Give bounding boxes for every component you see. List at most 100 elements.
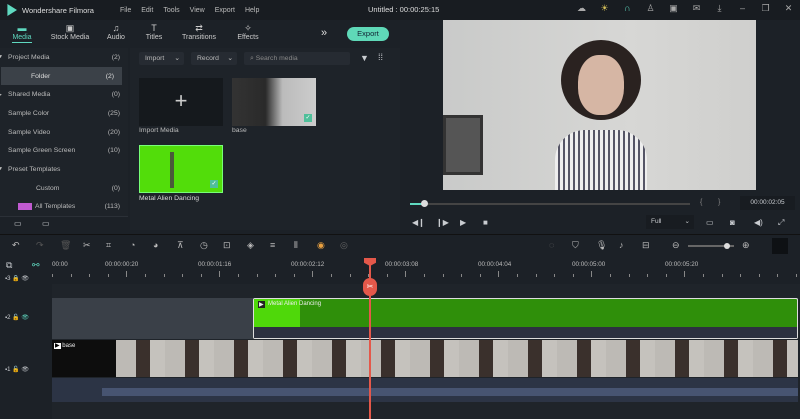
tab-transitions[interactable]: ⇄ Transitions xyxy=(172,20,226,48)
media-thumb-base[interactable]: ✓ xyxy=(232,78,316,126)
sidebar-item[interactable]: Sample Green Screen (10) xyxy=(0,141,128,160)
sidebar-item[interactable]: Sample Color (25) xyxy=(0,104,128,123)
layout-toggle-icon[interactable] xyxy=(772,238,788,254)
eye-icon[interactable]: 👁 xyxy=(21,367,29,373)
restore-icon[interactable]: ❐ xyxy=(754,3,777,14)
menu-view[interactable]: View xyxy=(190,7,205,14)
zoom-in-icon[interactable]: ⊕ xyxy=(742,240,750,251)
media-thumb-metal-alien[interactable]: ✓ xyxy=(139,145,223,193)
unlock-icon[interactable]: 🔓 xyxy=(12,367,19,373)
ruler-tick xyxy=(703,274,704,277)
sidebar-item[interactable]: ▶ Shared Media (0) xyxy=(0,85,128,104)
lock-icon[interactable]: 🔒 xyxy=(12,276,19,282)
sidebar-item[interactable]: ▼ Project Media (2) xyxy=(0,48,128,67)
eye-hidden-icon[interactable]: 👁 xyxy=(21,315,29,321)
menu-tools[interactable]: Tools xyxy=(163,7,179,14)
clip-metal-alien-dancing[interactable]: ▶ Metal Alien Dancing xyxy=(253,298,798,339)
render-icon[interactable]: ◌ xyxy=(549,240,554,250)
volume-icon[interactable]: ◀) xyxy=(754,218,763,227)
snap-icon[interactable]: ⊟ xyxy=(642,240,650,251)
speed-icon[interactable]: ◔ xyxy=(130,240,135,250)
export-button[interactable]: Export xyxy=(347,27,389,41)
new-folder-icon[interactable]: ▭ xyxy=(14,219,22,228)
play-icon[interactable]: ▶ xyxy=(460,218,466,227)
unlock-icon[interactable]: 🔓 xyxy=(12,315,19,321)
split-scissors-icon[interactable]: ✂ xyxy=(363,278,377,296)
crop-icon[interactable]: ⌗ xyxy=(106,240,111,251)
tab-effects[interactable]: ✧ Effects xyxy=(226,20,270,48)
link-icon[interactable]: ⚯ xyxy=(32,260,40,271)
tab-stock-media[interactable]: ▣ Stock Media xyxy=(44,20,96,48)
fullscreen-icon[interactable]: ⤢ xyxy=(778,218,784,228)
folder-icon: ▬ xyxy=(17,23,27,33)
zoom-fit-icon[interactable]: ⊡ xyxy=(223,240,231,251)
audio-mix-icon[interactable]: ♪ xyxy=(619,240,624,250)
undo-icon[interactable]: ↶ xyxy=(12,240,20,251)
filter-icon[interactable]: ▼ xyxy=(360,53,369,63)
add-track-icon[interactable]: ⧉ xyxy=(6,260,12,271)
keyframe-icon[interactable]: ◈ xyxy=(247,240,254,251)
folder-icon[interactable]: ▭ xyxy=(42,219,50,228)
tab-media[interactable]: ▬ Media xyxy=(0,20,44,48)
snapshot-icon[interactable]: ◙ xyxy=(730,218,735,227)
cut-icon[interactable]: ✂ xyxy=(83,240,91,251)
stop-icon[interactable]: ■ xyxy=(483,218,488,227)
zoom-out-icon[interactable]: ⊖ xyxy=(672,240,680,251)
expand-arrow-icon[interactable]: ▼ xyxy=(0,166,8,172)
more-tabs-icon[interactable]: » xyxy=(321,27,327,39)
expand-arrow-icon[interactable]: ▶ xyxy=(0,92,8,98)
quality-dropdown[interactable]: Full ⌄ xyxy=(646,215,694,229)
timer-icon[interactable]: ◷ xyxy=(200,240,208,251)
search-input[interactable]: ⌕ Search media xyxy=(244,52,350,65)
sidebar-item[interactable]: Custom (0) xyxy=(0,179,128,198)
mark-in-icon[interactable]: { xyxy=(700,199,702,206)
bulb-icon[interactable]: ☀ xyxy=(593,3,616,14)
delete-icon[interactable]: 🗑 xyxy=(60,240,71,251)
sidebar-item[interactable]: All Templates (113) xyxy=(0,198,128,217)
menu-file[interactable]: File xyxy=(120,7,131,14)
ruler-tick xyxy=(107,274,109,277)
sidebar-item[interactable]: Folder (2) xyxy=(1,66,122,86)
audio-wave-icon[interactable]: ⫴ xyxy=(294,240,298,251)
headset-icon[interactable]: ∩ xyxy=(616,3,639,14)
timeline-ruler[interactable]: 00:00 00:00:00:20 00:00:01:16 00:00:02:12 00… xyxy=(52,258,800,284)
grid-view-icon[interactable]: ⁞⁞ xyxy=(378,52,383,62)
redo-icon[interactable]: ↷ xyxy=(36,240,44,251)
eye-icon[interactable]: 👁 xyxy=(21,276,29,282)
step-forward-icon[interactable]: ❙▶ xyxy=(436,218,449,227)
menu-help[interactable]: Help xyxy=(245,7,259,14)
preview-video xyxy=(443,20,756,194)
microphone-icon[interactable]: 🎙 xyxy=(596,240,607,251)
sidebar-item[interactable]: ▼ Preset Templates xyxy=(0,160,128,179)
cloud-icon[interactable]: ☁ xyxy=(570,3,593,14)
record-dropdown[interactable]: Record ⌄ xyxy=(191,52,237,65)
playhead[interactable]: ✂ xyxy=(363,258,377,419)
step-back-icon[interactable]: ◀❙ xyxy=(412,218,425,227)
media-panel: Import ⌄ Record ⌄ ⌕ Search media ▼ ⁞⁞ + Im… xyxy=(130,48,400,230)
import-dropdown[interactable]: Import ⌄ xyxy=(139,52,184,65)
save-icon[interactable]: ▣ xyxy=(662,3,685,14)
import-media-tile[interactable]: + xyxy=(139,78,223,126)
green-screen-icon[interactable]: ⊼ xyxy=(177,240,184,251)
expand-arrow-icon[interactable]: ▼ xyxy=(0,54,8,60)
display-icon[interactable]: ▭ xyxy=(706,218,714,227)
minimize-icon[interactable]: – xyxy=(731,3,754,14)
close-icon[interactable]: ✕ xyxy=(777,3,800,14)
menu-export[interactable]: Export xyxy=(215,7,235,14)
account-icon[interactable]: ♙ xyxy=(639,3,662,14)
tts-icon[interactable]: ◎ xyxy=(340,240,348,251)
adjust-icon[interactable]: ≡ xyxy=(270,240,275,250)
tab-titles[interactable]: T Titles xyxy=(136,20,172,48)
color-icon[interactable]: ◕ xyxy=(153,240,158,250)
zoom-slider[interactable] xyxy=(688,243,734,249)
download-icon[interactable]: ⤓ xyxy=(708,3,731,14)
tab-audio[interactable]: ♫ Audio xyxy=(96,20,136,48)
motion-tracking-icon[interactable]: ◉ xyxy=(317,240,325,251)
mail-icon[interactable]: ✉ xyxy=(685,3,708,14)
marker-icon[interactable]: ⛉ xyxy=(572,240,579,251)
preview-scrubber[interactable] xyxy=(410,200,690,207)
sidebar-item[interactable]: Sample Video (20) xyxy=(0,123,128,142)
clip-base[interactable]: ▶ base xyxy=(52,340,798,377)
mark-out-icon[interactable]: } xyxy=(718,199,720,206)
menu-edit[interactable]: Edit xyxy=(141,7,153,14)
